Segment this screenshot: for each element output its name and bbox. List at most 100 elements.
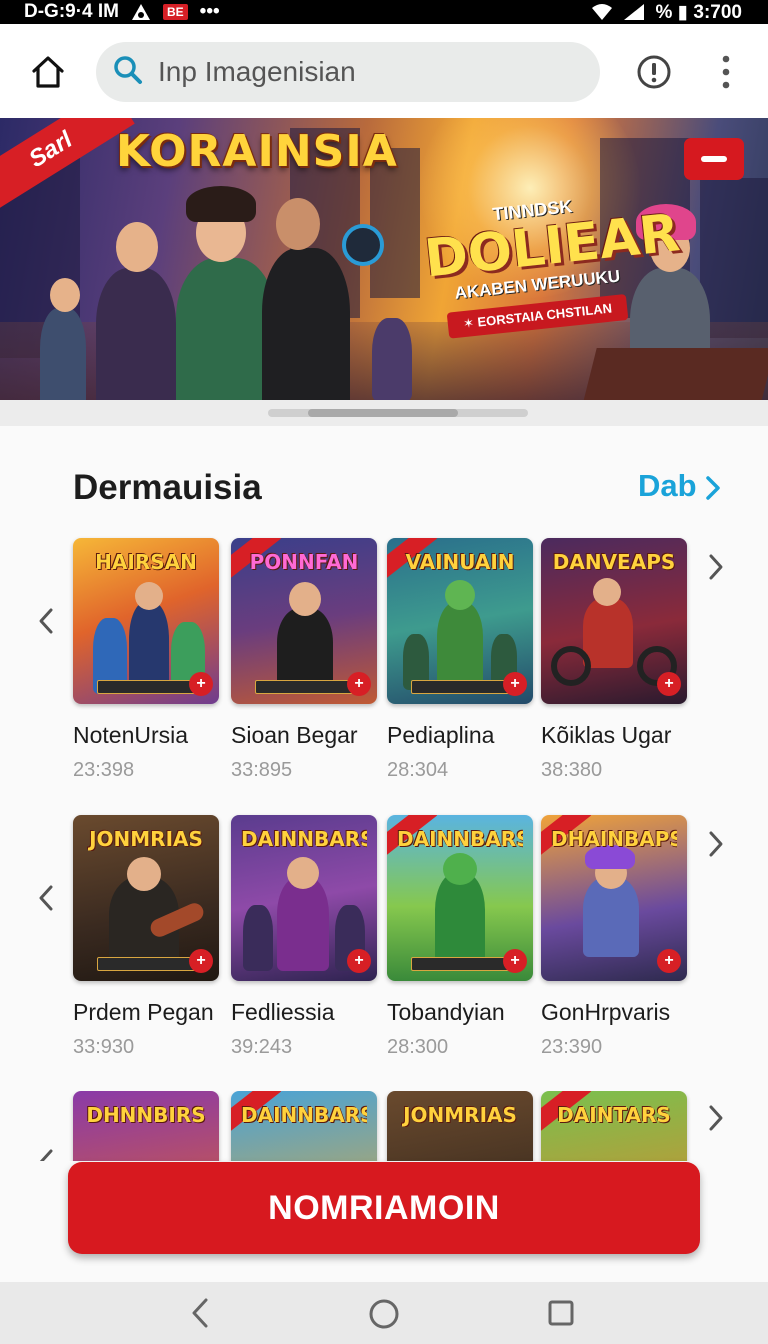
game-card-title: Tobandyian: [387, 999, 505, 1025]
game-card[interactable]: DAINNBARS + Fedliessia 39:243: [231, 815, 379, 1059]
card-motorbike-wheel: [551, 646, 591, 686]
game-card-meta: 33:930: [73, 1036, 135, 1058]
game-card-title: Kõiklas Ugar: [541, 722, 672, 748]
plus-badge-icon: +: [503, 672, 527, 696]
row-scroll-left-icon[interactable]: [36, 883, 56, 913]
alert-icon[interactable]: [636, 54, 672, 90]
game-card[interactable]: VAINUAIN + Pediaplina 28:304: [387, 538, 535, 782]
game-card[interactable]: DAINNBARS: [231, 1091, 379, 1161]
system-nav-bar: [0, 1282, 768, 1344]
card-banner-text: DANVEAPS: [552, 550, 676, 574]
game-card-art: DAINNBARS +: [387, 815, 533, 981]
wifi-icon: [591, 3, 613, 21]
card-banner-text: PONNFAN: [249, 550, 359, 574]
plus-badge-icon: +: [347, 949, 371, 973]
row-scroll-right-icon[interactable]: [706, 829, 726, 859]
game-card-title: GonHrpvaris: [541, 999, 671, 1025]
game-card[interactable]: DAINTARS: [541, 1091, 689, 1161]
card-character-head: [445, 580, 475, 610]
plus-badge-icon: +: [657, 949, 681, 973]
card-strip: [97, 957, 197, 971]
see-all-label: Dab: [638, 468, 697, 503]
game-row: JONMRIAS + Prdem Pegan 33:930 DAINNBARS …: [0, 815, 768, 1058]
game-card-title: Pediaplina: [387, 722, 495, 748]
game-card[interactable]: JONMRIAS: [387, 1091, 535, 1161]
row-scroll-left-icon[interactable]: [36, 1147, 56, 1161]
card-banner-text: DHNNBIRS: [86, 1103, 206, 1127]
chevron-right-icon: [705, 473, 721, 500]
hero-character-head: [116, 222, 158, 272]
card-banner-text: DAINNBARS: [397, 827, 523, 851]
game-section: Dermauisia Dab HAIRSAN + NotenUrsia 23:3…: [0, 426, 768, 1282]
game-card-title: NotenUrsia: [73, 722, 189, 748]
card-character-head: [443, 853, 477, 885]
game-card-title: Fedliessia: [231, 999, 335, 1025]
game-card-art: DAINTARS: [541, 1091, 687, 1161]
hero-character: [176, 258, 276, 402]
home-icon[interactable]: [28, 52, 68, 92]
search-input[interactable]: Inp Imagenisian: [158, 42, 356, 102]
game-card-meta: 23:398: [73, 759, 135, 781]
game-row: HAIRSAN + NotenUrsia 23:398 PONNFAN + Si…: [0, 538, 768, 781]
card-banner-text: JONMRIAS: [89, 827, 203, 851]
back-icon[interactable]: [186, 1296, 216, 1330]
card-character: [583, 877, 639, 957]
game-card-meta: 33:895: [231, 759, 293, 781]
search-bar[interactable]: Inp Imagenisian: [96, 42, 600, 102]
browser-toolbar: Inp Imagenisian: [0, 24, 768, 118]
row-scroll-right-icon[interactable]: [706, 552, 726, 582]
game-card-art: HAIRSAN +: [73, 538, 219, 704]
hero-character: [372, 318, 412, 402]
game-card-meta: 28:300: [387, 1036, 449, 1058]
card-character: [437, 602, 483, 688]
game-card[interactable]: DANVEAPS + Kõiklas Ugar 38:380: [541, 538, 689, 782]
plus-badge-icon: +: [503, 949, 527, 973]
plus-badge-icon: +: [347, 672, 371, 696]
game-card[interactable]: DHAINBAPS + GonHrpvaris 23:390: [541, 815, 689, 1059]
game-card-meta: 39:243: [231, 1036, 293, 1058]
card-banner-text: DAINNBARS: [241, 827, 367, 851]
card-banner-text: JONMRIAS: [403, 1103, 517, 1127]
game-card[interactable]: JONMRIAS + Prdem Pegan 33:930: [73, 815, 221, 1059]
recent-apps-icon[interactable]: [546, 1298, 576, 1328]
hero-character-head: [50, 278, 80, 312]
game-card-art: VAINUAIN +: [387, 538, 533, 704]
status-bar: D-G:9·4 IM BE ••• % ▮ 3:700: [0, 0, 768, 24]
card-character-head: [135, 582, 163, 610]
more-vertical-icon[interactable]: [714, 54, 738, 90]
card-character: [277, 877, 329, 971]
game-card-art: DAINNBARS: [231, 1091, 377, 1161]
primary-action-button[interactable]: NOMRIAMOIN: [68, 1162, 700, 1254]
minus-icon: [701, 156, 727, 162]
game-card[interactable]: HAIRSAN + NotenUrsia 23:398: [73, 538, 221, 782]
game-card[interactable]: DAINNBARS + Tobandyian 28:300: [387, 815, 535, 1059]
row-scroll-right-icon[interactable]: [706, 1103, 726, 1133]
card-character: [583, 598, 633, 668]
hero-title: KORAINSIA: [116, 126, 398, 177]
game-card-title: Prdem Pegan: [73, 999, 214, 1025]
hero-pager-indicator[interactable]: [268, 409, 528, 417]
hero-crate: [583, 348, 768, 402]
game-card-art: DANVEAPS +: [541, 538, 687, 704]
game-card[interactable]: DHNNBIRS: [73, 1091, 221, 1161]
circle-home-icon[interactable]: [368, 1298, 400, 1330]
card-character-head: [127, 857, 161, 891]
card-strip: [411, 957, 511, 971]
search-icon: [112, 54, 144, 86]
game-card-meta: 38:380: [541, 759, 603, 781]
hero-banner[interactable]: Sarl KORAINSIA TINNDSK DOLIEAR AKABEN WE…: [0, 118, 768, 402]
card-banner-text: DHAINBAPS: [551, 827, 677, 851]
section-title: Dermauisia: [73, 468, 262, 507]
game-card-meta: 23:390: [541, 1036, 603, 1058]
game-card-title: Sioan Begar: [231, 722, 358, 748]
row-scroll-left-icon[interactable]: [36, 606, 56, 636]
see-all-link[interactable]: Dab: [638, 468, 721, 504]
hero-close-button[interactable]: [684, 138, 744, 180]
game-card-art: DAINNBARS +: [231, 815, 377, 981]
card-character-head: [289, 582, 321, 616]
card-character-head: [593, 578, 621, 606]
card-character: [435, 873, 485, 965]
game-card[interactable]: PONNFAN + Sioan Begar 33:895: [231, 538, 379, 782]
notification-badge: BE: [163, 4, 188, 20]
game-card-art: JONMRIAS: [387, 1091, 533, 1161]
